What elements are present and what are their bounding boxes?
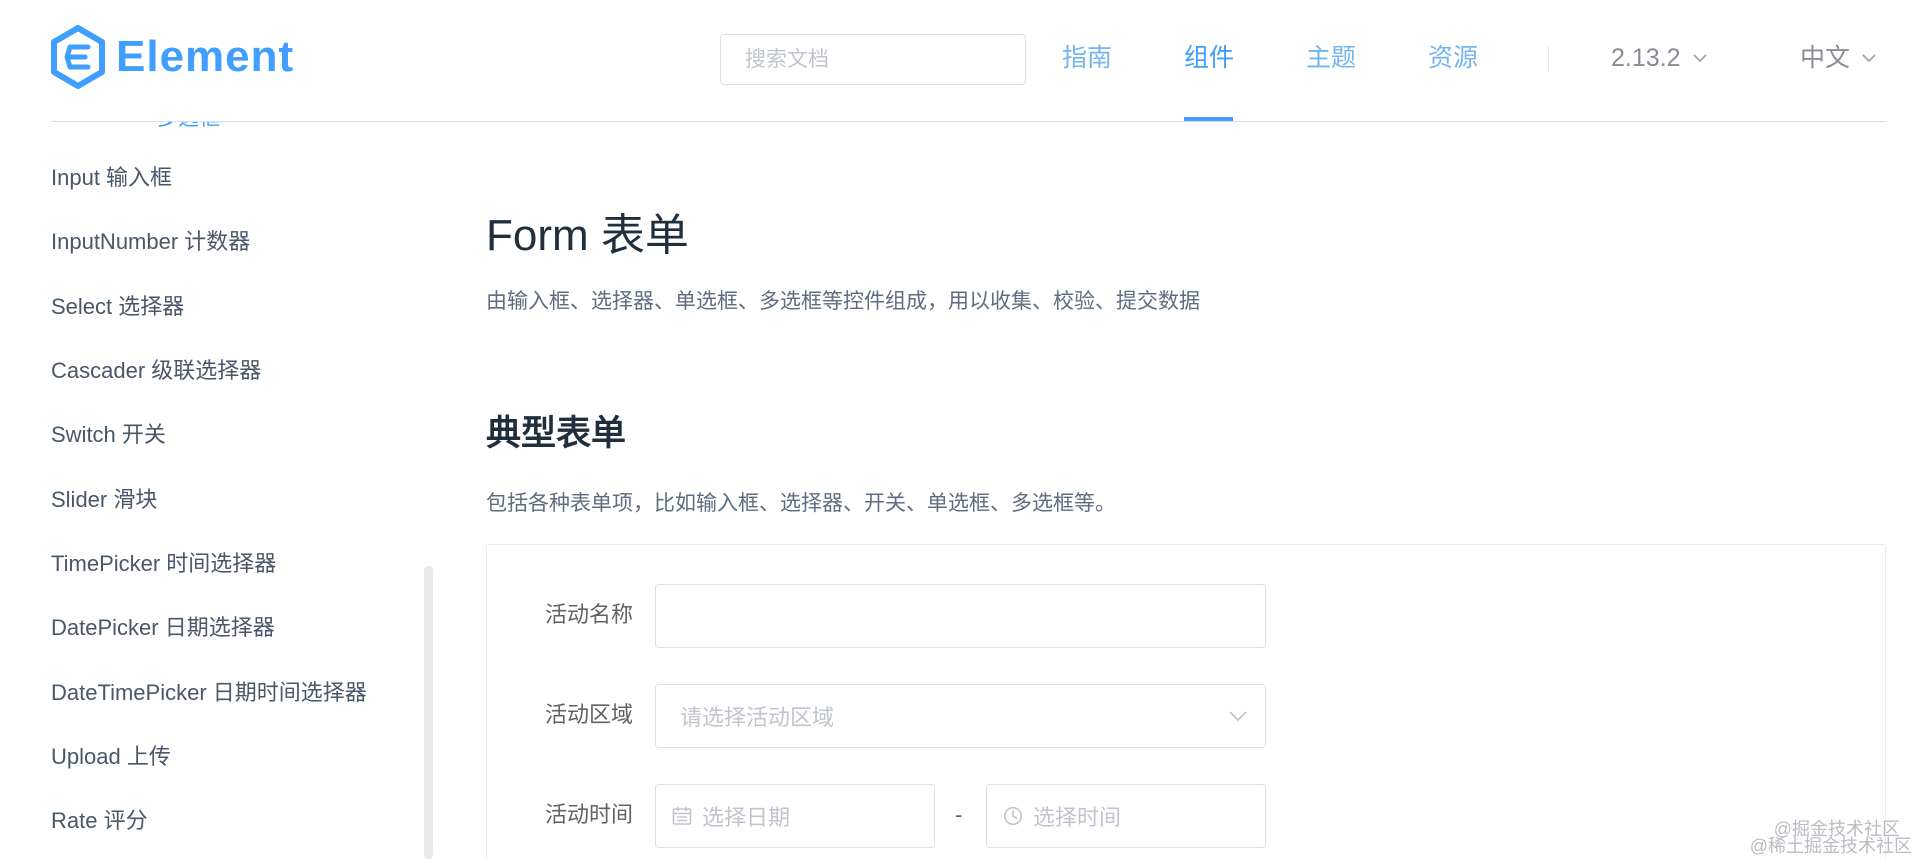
clock-icon bbox=[1003, 806, 1023, 826]
date-placeholder: 选择日期 bbox=[702, 805, 791, 830]
activity-name-input[interactable] bbox=[656, 585, 1265, 647]
chevron-down-icon bbox=[1692, 53, 1707, 62]
watermark-xitu: @稀土掘金技术社区 bbox=[1749, 836, 1912, 856]
version-label: 2.13.2 bbox=[1611, 44, 1681, 72]
nav-guide[interactable]: 指南 bbox=[1062, 40, 1112, 76]
sidebar-item-inputnumber[interactable]: InputNumber 计数器 bbox=[51, 227, 250, 257]
version-dropdown[interactable]: 2.13.2 bbox=[1611, 40, 1707, 76]
sidebar-item-input[interactable]: Input 输入框 bbox=[51, 163, 172, 193]
activity-region-placeholder: 请选择活动区域 bbox=[680, 705, 835, 730]
sidebar-item-timepicker[interactable]: TimePicker 时间选择器 bbox=[51, 549, 276, 579]
sidebar-item-checkbox[interactable]: 多选框 bbox=[157, 122, 220, 134]
section-description: 包括各种表单项，比如输入框、选择器、开关、单选框、多选框等。 bbox=[486, 492, 1116, 515]
sidebar: 多选框 Input 输入框 InputNumber 计数器 Select 选择器… bbox=[0, 122, 440, 859]
logo[interactable]: Element bbox=[50, 25, 294, 89]
language-dropdown[interactable]: 中文 bbox=[1800, 40, 1876, 76]
sidebar-item-datepicker[interactable]: DatePicker 日期选择器 bbox=[51, 613, 275, 643]
search-input[interactable] bbox=[721, 35, 1025, 84]
nav-divider bbox=[1548, 46, 1549, 72]
search-box[interactable] bbox=[720, 34, 1026, 85]
nav-theme[interactable]: 主题 bbox=[1306, 40, 1356, 76]
activity-region-select[interactable]: 请选择活动区域 bbox=[655, 684, 1266, 748]
sidebar-item-slider[interactable]: Slider 滑块 bbox=[51, 485, 157, 515]
activity-time-label: 活动时间 bbox=[545, 802, 634, 827]
activity-region-label: 活动区域 bbox=[545, 702, 634, 727]
sidebar-item-cascader[interactable]: Cascader 级联选择器 bbox=[51, 356, 261, 386]
chevron-down-icon bbox=[1229, 710, 1247, 721]
activity-name-field[interactable] bbox=[655, 584, 1266, 648]
page-title: Form 表单 bbox=[486, 211, 689, 260]
activity-name-label: 活动名称 bbox=[545, 602, 634, 627]
logo-text: Element bbox=[116, 32, 295, 81]
nav-component[interactable]: 组件 bbox=[1184, 40, 1234, 76]
language-label: 中文 bbox=[1800, 44, 1851, 72]
time-placeholder: 选择时间 bbox=[1033, 805, 1122, 830]
nav-resource[interactable]: 资源 bbox=[1428, 40, 1478, 76]
header: Element 指南 组件 主题 资源 2.13.2 中文 bbox=[0, 0, 1920, 122]
sidebar-item-select[interactable]: Select 选择器 bbox=[51, 292, 184, 322]
sidebar-item-upload[interactable]: Upload 上传 bbox=[51, 742, 171, 772]
calendar-icon bbox=[672, 807, 692, 825]
range-separator: - bbox=[955, 802, 963, 827]
sidebar-item-switch[interactable]: Switch 开关 bbox=[51, 420, 166, 450]
page-description: 由输入框、选择器、单选框、多选框等控件组成，用以收集、校验、提交数据 bbox=[486, 290, 1200, 313]
chevron-down-icon bbox=[1862, 53, 1876, 62]
date-picker[interactable]: 选择日期 bbox=[655, 784, 935, 848]
section-title: 典型表单 bbox=[486, 414, 627, 453]
sidebar-scrollbar[interactable] bbox=[424, 566, 433, 859]
element-logo-icon bbox=[51, 25, 105, 89]
sidebar-item-datetimepicker[interactable]: DateTimePicker 日期时间选择器 bbox=[51, 678, 367, 708]
sidebar-item-rate[interactable]: Rate 评分 bbox=[51, 806, 148, 836]
time-picker[interactable]: 选择时间 bbox=[986, 784, 1266, 848]
